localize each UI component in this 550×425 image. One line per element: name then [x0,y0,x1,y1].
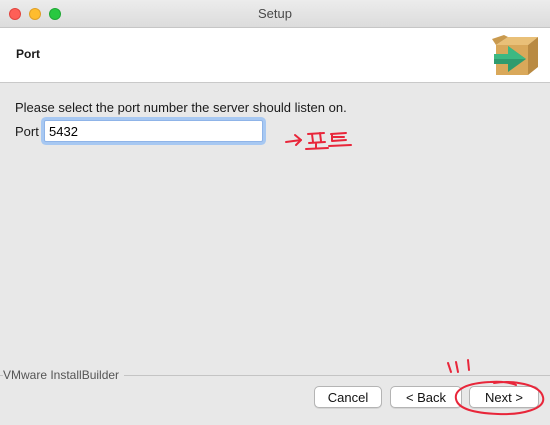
port-input[interactable] [44,120,263,142]
vendor-label: VMware InstallBuilder [3,368,125,382]
window-title: Setup [258,6,292,21]
cancel-button[interactable]: Cancel [314,386,382,408]
port-prompt: Please select the port number the server… [15,100,347,115]
port-label: Port [15,124,39,139]
handwritten-port-annotation: 포트 [285,132,352,150]
header-panel: Port [0,28,550,83]
handwritten-next-circle [447,359,545,416]
title-bar: Setup [0,0,550,28]
install-box-arrow-icon [492,35,538,75]
page-title: Port [16,47,40,61]
